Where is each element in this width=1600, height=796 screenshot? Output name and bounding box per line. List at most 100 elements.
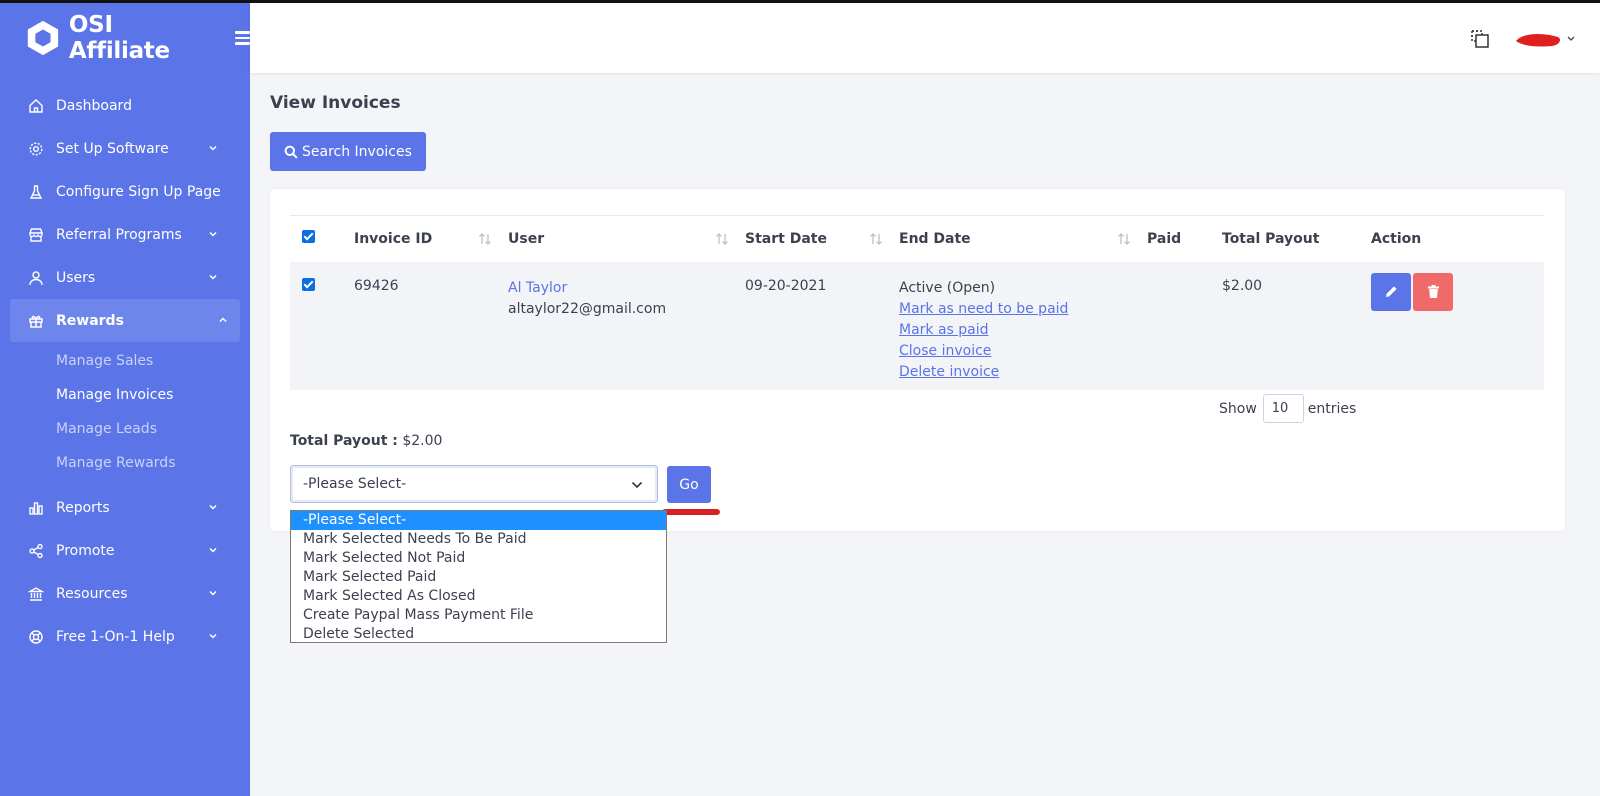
chevron-down-icon — [209, 590, 217, 596]
lifebuoy-icon — [29, 629, 43, 644]
cell-total-payout: $2.00 — [1222, 277, 1263, 294]
bulk-action-selected: -Please Select- — [303, 476, 407, 492]
col-user[interactable]: User — [508, 215, 745, 262]
top-header — [250, 3, 1600, 73]
dropdown-option[interactable]: Create Paypal Mass Payment File — [291, 606, 666, 625]
sidebar-nav: Dashboard Set Up Software Configure Sign… — [0, 84, 250, 658]
subnav-item-manage-sales[interactable]: Manage Sales — [56, 344, 250, 378]
cell-end-date: Active (Open) Mark as need to be paid Ma… — [899, 262, 1147, 390]
top-edge-bar — [0, 0, 1600, 3]
main-area: View Invoices Search Invoices Invoice ID… — [250, 3, 1600, 796]
chevron-up-icon — [219, 317, 227, 323]
col-user-label: User — [508, 230, 545, 247]
user-avatar-redacted-icon[interactable] — [1512, 29, 1578, 49]
col-end-date-label: End Date — [899, 230, 971, 247]
sidebar-item-reports[interactable]: Reports — [0, 486, 240, 529]
sort-icon — [479, 233, 491, 245]
user-name-link[interactable]: Al Taylor — [508, 278, 745, 299]
chevron-down-icon — [209, 145, 217, 151]
dropdown-option[interactable]: Mark Selected Not Paid — [291, 549, 666, 568]
dropdown-option[interactable]: Delete Selected — [291, 625, 666, 644]
bulk-action-dropdown: -Please Select- Mark Selected Needs To B… — [290, 510, 667, 643]
entries-suffix-label: entries — [1307, 400, 1357, 417]
pencil-icon — [1385, 286, 1397, 297]
sidebar-item-users[interactable]: Users — [0, 256, 240, 299]
edit-button[interactable] — [1371, 272, 1411, 311]
cell-invoice-id: 69426 — [354, 277, 399, 294]
cell-paid — [1147, 262, 1222, 390]
col-end-date[interactable]: End Date — [899, 215, 1147, 262]
sidebar-item-set-up-software[interactable]: Set Up Software — [0, 127, 240, 170]
mark-need-paid-link[interactable]: Mark as need to be paid — [899, 299, 1147, 320]
dropdown-option[interactable]: Mark Selected As Closed — [291, 587, 666, 606]
sort-icon — [1118, 233, 1130, 245]
col-invoice-id[interactable]: Invoice ID — [354, 215, 508, 262]
dropdown-option[interactable]: -Please Select- — [291, 511, 666, 530]
subnav-item-manage-invoices[interactable]: Manage Invoices — [56, 378, 250, 412]
subnav-item-manage-rewards[interactable]: Manage Rewards — [56, 446, 250, 480]
red-annotation-underline — [662, 509, 720, 515]
dropdown-option[interactable]: Mark Selected Paid — [291, 568, 666, 587]
chevron-down-icon — [209, 274, 217, 280]
cell-action — [1371, 262, 1544, 390]
sidebar-item-dashboard[interactable]: Dashboard — [0, 84, 240, 127]
search-invoices-button[interactable]: Search Invoices — [270, 132, 426, 171]
entries-select[interactable]: 10 — [1262, 394, 1304, 423]
chevron-down-icon — [209, 504, 217, 510]
home-icon — [29, 98, 43, 113]
sidebar-item-promote[interactable]: Promote — [0, 529, 240, 572]
delete-button[interactable] — [1413, 272, 1453, 311]
dropdown-option[interactable]: Mark Selected Needs To Be Paid — [291, 530, 666, 549]
brand-name: OSI Affiliate — [68, 12, 170, 64]
sort-icon — [716, 233, 728, 245]
total-payout: Total Payout : $2.00 — [290, 433, 442, 449]
col-invoice-id-label: Invoice ID — [354, 230, 433, 247]
gear-icon — [29, 141, 43, 156]
sidebar-item-free-help[interactable]: Free 1-On-1 Help — [0, 615, 240, 658]
subnav-item-manage-leads[interactable]: Manage Leads — [56, 412, 250, 446]
bulk-action-select[interactable]: -Please Select- — [290, 465, 658, 503]
select-all-checkbox[interactable] — [302, 230, 315, 244]
fullscreen-icon[interactable] — [1470, 29, 1490, 49]
bar-chart-icon — [29, 501, 43, 515]
sidebar-item-label: Configure Sign Up Page — [56, 183, 221, 200]
sidebar-item-label: Rewards — [56, 312, 124, 329]
go-button[interactable]: Go — [667, 466, 711, 503]
sidebar-item-label: Users — [56, 269, 96, 286]
table-row: 69426 Al Taylor altaylor22@gmail.com 09-… — [290, 261, 1544, 390]
flask-icon — [29, 184, 43, 199]
cell-start-date: 09-20-2021 — [745, 277, 827, 294]
col-start-date-label: Start Date — [745, 230, 827, 247]
hexagon-logo-icon — [27, 20, 59, 56]
user-icon — [29, 270, 43, 285]
mark-paid-link[interactable]: Mark as paid — [899, 320, 1147, 341]
sidebar-item-label: Reports — [56, 499, 110, 516]
delete-invoice-link[interactable]: Delete invoice — [899, 362, 1147, 383]
sidebar-item-referral-programs[interactable]: Referral Programs — [0, 213, 240, 256]
rewards-submenu: Manage Sales Manage Invoices Manage Lead… — [0, 342, 250, 486]
menu-toggle-icon[interactable] — [235, 31, 250, 45]
invoice-status: Active (Open) — [899, 279, 996, 296]
col-start-date[interactable]: Start Date — [745, 215, 899, 262]
share-icon — [29, 543, 43, 558]
row-checkbox[interactable] — [302, 277, 315, 291]
sidebar-item-label: Free 1-On-1 Help — [56, 628, 175, 645]
total-payout-label: Total Payout : — [290, 433, 398, 449]
sidebar-item-configure-sign-up-page[interactable]: Configure Sign Up Page — [0, 170, 240, 213]
sidebar-item-label: Resources — [56, 585, 128, 602]
sidebar-item-rewards[interactable]: Rewards — [10, 299, 240, 342]
sort-icon — [870, 233, 882, 245]
col-action: Action — [1371, 215, 1544, 262]
page-content: View Invoices Search Invoices — [250, 73, 1600, 171]
invoices-table: Invoice ID User Start Date End Date Paid… — [290, 215, 1544, 390]
sidebar-item-resources[interactable]: Resources — [0, 572, 240, 615]
close-invoice-link[interactable]: Close invoice — [899, 341, 1147, 362]
gift-icon — [29, 315, 43, 328]
select-all-cell — [290, 215, 354, 262]
sidebar-item-label: Promote — [56, 542, 115, 559]
sidebar: OSI Affiliate Dashboard Set Up Software … — [0, 3, 250, 796]
bank-icon — [28, 586, 44, 601]
col-total-payout: Total Payout — [1222, 215, 1371, 262]
page-title: View Invoices — [270, 93, 401, 113]
chevron-down-icon — [631, 481, 643, 489]
